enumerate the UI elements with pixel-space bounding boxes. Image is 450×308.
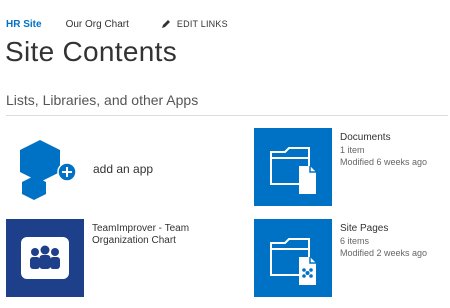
edit-links-label: EDIT LINKS xyxy=(176,19,228,29)
edit-links-button[interactable]: EDIT LINKS xyxy=(161,19,228,29)
documents-count: 1 item xyxy=(340,145,365,155)
documents-title[interactable]: Documents xyxy=(340,132,450,144)
add-app-tile[interactable]: add an app xyxy=(6,128,206,212)
section-heading: Lists, Libraries, and other Apps xyxy=(6,92,199,108)
documents-tile[interactable]: Documents 1 item Modified 6 weeks ago xyxy=(254,128,449,208)
team-improver-tile[interactable]: TeamImprover - Team Organization Chart xyxy=(6,219,216,299)
team-improver-title: TeamImprover - Team Organization Chart xyxy=(92,223,190,246)
add-app-icon xyxy=(20,140,77,200)
document-library-icon xyxy=(254,128,332,206)
documents-modified: Modified 6 weeks ago xyxy=(340,157,428,167)
team-org-chart-icon xyxy=(6,219,84,297)
site-pages-count: 6 items xyxy=(340,236,370,246)
add-app-label: add an app xyxy=(93,162,154,176)
top-navigation: HR Site Our Org Chart EDIT LINKS xyxy=(6,16,228,32)
site-pages-tile[interactable]: Site Pages 6 items Modified 2 weeks ago xyxy=(254,219,449,299)
nav-site-title[interactable]: HR Site xyxy=(6,19,42,30)
page-library-icon xyxy=(254,219,332,297)
site-pages-modified: Modified 2 weeks ago xyxy=(340,248,428,258)
pencil-icon xyxy=(161,20,170,28)
page-title: Site Contents xyxy=(5,36,177,67)
site-pages-title[interactable]: Site Pages xyxy=(340,223,450,235)
nav-org-chart-link[interactable]: Our Org Chart xyxy=(66,19,129,30)
section-divider xyxy=(6,115,448,116)
